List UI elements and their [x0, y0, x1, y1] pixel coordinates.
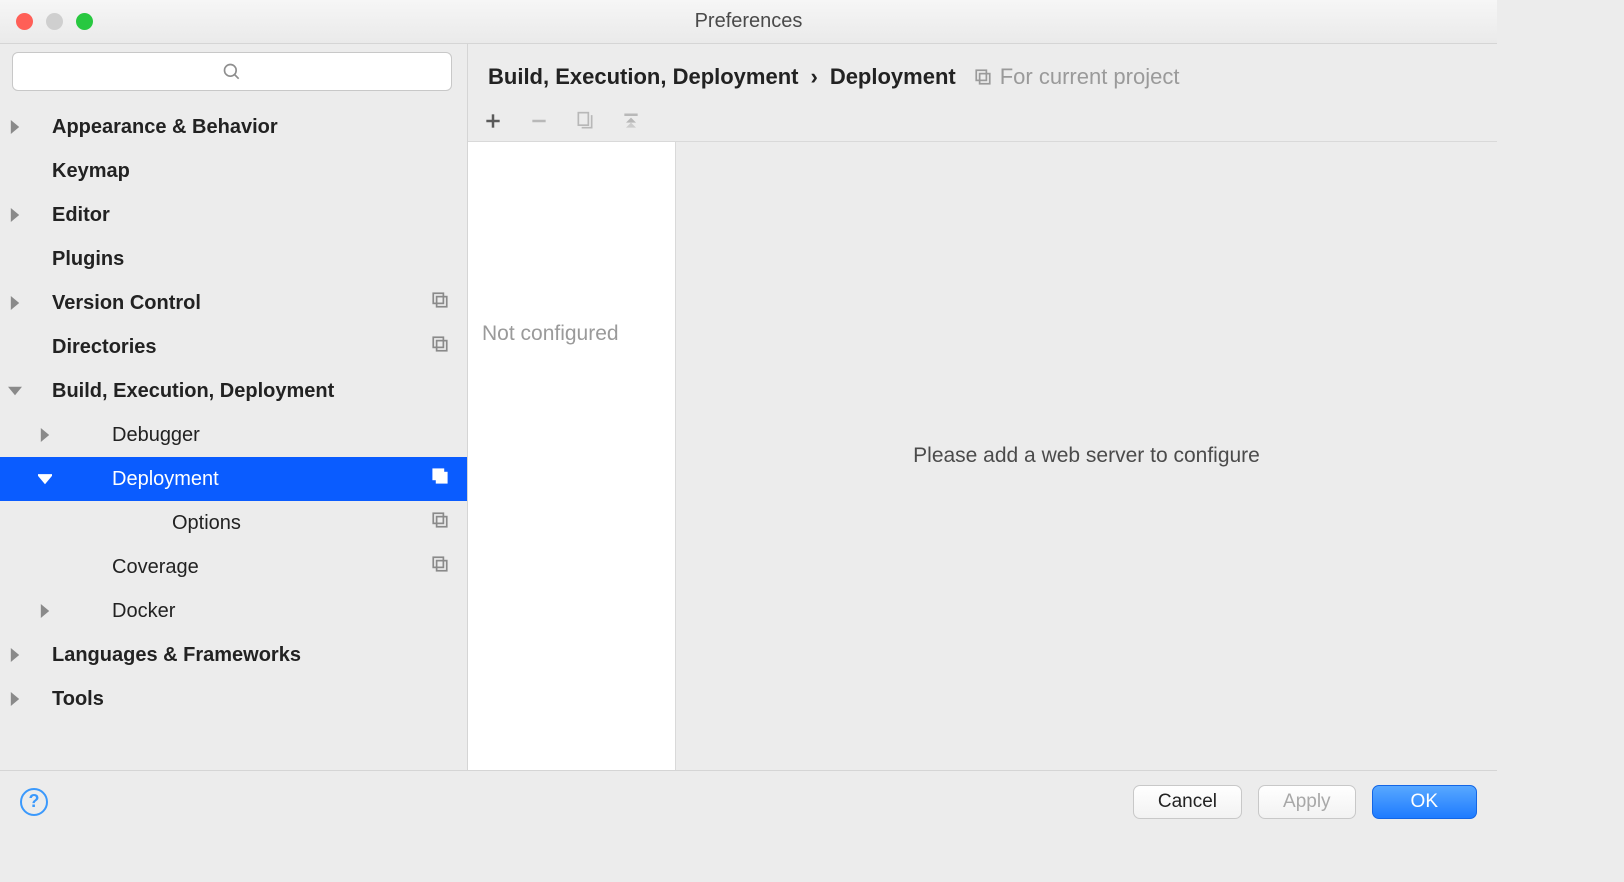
titlebar: Preferences — [0, 0, 1497, 44]
remove-button — [526, 108, 552, 134]
chevron-right-icon — [8, 692, 22, 706]
sidebar-item-plugins[interactable]: Plugins — [0, 237, 467, 281]
copy-button — [572, 108, 598, 134]
chevron-down-icon — [38, 472, 52, 486]
detail-pane: Please add a web server to configure — [676, 142, 1497, 770]
project-scope-icon — [431, 291, 449, 309]
empty-detail-msg: Please add a web server to configure — [913, 444, 1260, 468]
sidebar-item-coverage[interactable]: Coverage — [0, 545, 467, 589]
apply-button: Apply — [1258, 785, 1356, 819]
breadcrumb-part: Deployment — [830, 64, 956, 90]
chevron-right-icon — [8, 120, 22, 134]
server-list: Not configured — [468, 142, 676, 770]
copy-icon — [575, 110, 595, 132]
plus-icon — [483, 111, 503, 131]
sidebar-item-label: Directories — [52, 336, 431, 359]
sidebar-item-editor[interactable]: Editor — [0, 193, 467, 237]
footer: ? Cancel Apply OK — [0, 770, 1497, 832]
ok-button[interactable]: OK — [1372, 785, 1477, 819]
sidebar-item-label: Appearance & Behavior — [52, 116, 431, 139]
search-input[interactable] — [12, 52, 452, 91]
main-panel: Build, Execution, Deployment › Deploymen… — [468, 44, 1497, 770]
download-icon — [621, 110, 641, 132]
project-scope-icon — [431, 467, 449, 485]
sidebar-item-appearance-behavior[interactable]: Appearance & Behavior — [0, 105, 467, 149]
breadcrumb-sep: › — [810, 64, 817, 90]
empty-list-label: Not configured — [468, 322, 675, 346]
sidebar-item-options[interactable]: Options — [0, 501, 467, 545]
chevron-right-icon — [38, 428, 52, 442]
sidebar-item-label: Plugins — [52, 248, 431, 271]
sidebar-item-directories[interactable]: Directories — [0, 325, 467, 369]
sidebar-item-build-execution-deployment[interactable]: Build, Execution, Deployment — [0, 369, 467, 413]
project-scope-icon — [431, 511, 449, 529]
project-scope-icon — [431, 555, 449, 573]
chevron-right-icon — [38, 604, 52, 618]
sidebar-item-label: Options — [172, 512, 431, 535]
window-title: Preferences — [0, 10, 1497, 33]
sidebar-item-label: Docker — [112, 600, 431, 623]
scope-label: For current project — [974, 64, 1180, 90]
search-icon — [222, 62, 242, 82]
chevron-right-icon — [8, 648, 22, 662]
sidebar-item-label: Tools — [52, 688, 431, 711]
sidebar-item-label: Languages & Frameworks — [52, 644, 431, 667]
sidebar-item-languages-frameworks[interactable]: Languages & Frameworks — [0, 633, 467, 677]
sidebar-item-label: Deployment — [112, 468, 431, 491]
add-button[interactable] — [480, 108, 506, 134]
project-scope-icon — [431, 335, 449, 353]
chevron-right-icon — [8, 296, 22, 310]
cancel-button[interactable]: Cancel — [1133, 785, 1242, 819]
sidebar-item-docker[interactable]: Docker — [0, 589, 467, 633]
panels: Not configured Please add a web server t… — [468, 142, 1497, 770]
project-scope-icon — [974, 68, 992, 86]
sidebar-item-deployment[interactable]: Deployment — [0, 457, 467, 501]
sidebar-item-version-control[interactable]: Version Control — [0, 281, 467, 325]
help-button[interactable]: ? — [20, 788, 48, 816]
content: Appearance & Behavior Keymap Editor Plugins… — [0, 44, 1497, 770]
breadcrumb: Build, Execution, Deployment › Deploymen… — [468, 44, 1497, 100]
sidebar-item-label: Editor — [52, 204, 431, 227]
sidebar-item-label: Keymap — [52, 160, 431, 183]
sidebar-item-label: Coverage — [112, 556, 431, 579]
deployment-toolbar — [468, 100, 1497, 142]
minus-icon — [529, 111, 549, 131]
sidebar-item-keymap[interactable]: Keymap — [0, 149, 467, 193]
sidebar-item-label: Build, Execution, Deployment — [52, 380, 431, 403]
download-button — [618, 108, 644, 134]
sidebar-item-label: Debugger — [112, 424, 431, 447]
sidebar-item-label: Version Control — [52, 292, 431, 315]
breadcrumb-part: Build, Execution, Deployment — [488, 64, 798, 90]
chevron-right-icon — [8, 208, 22, 222]
chevron-down-icon — [8, 384, 22, 398]
sidebar-item-debugger[interactable]: Debugger — [0, 413, 467, 457]
sidebar: Appearance & Behavior Keymap Editor Plugins… — [0, 44, 468, 770]
sidebar-item-tools[interactable]: Tools — [0, 677, 467, 721]
